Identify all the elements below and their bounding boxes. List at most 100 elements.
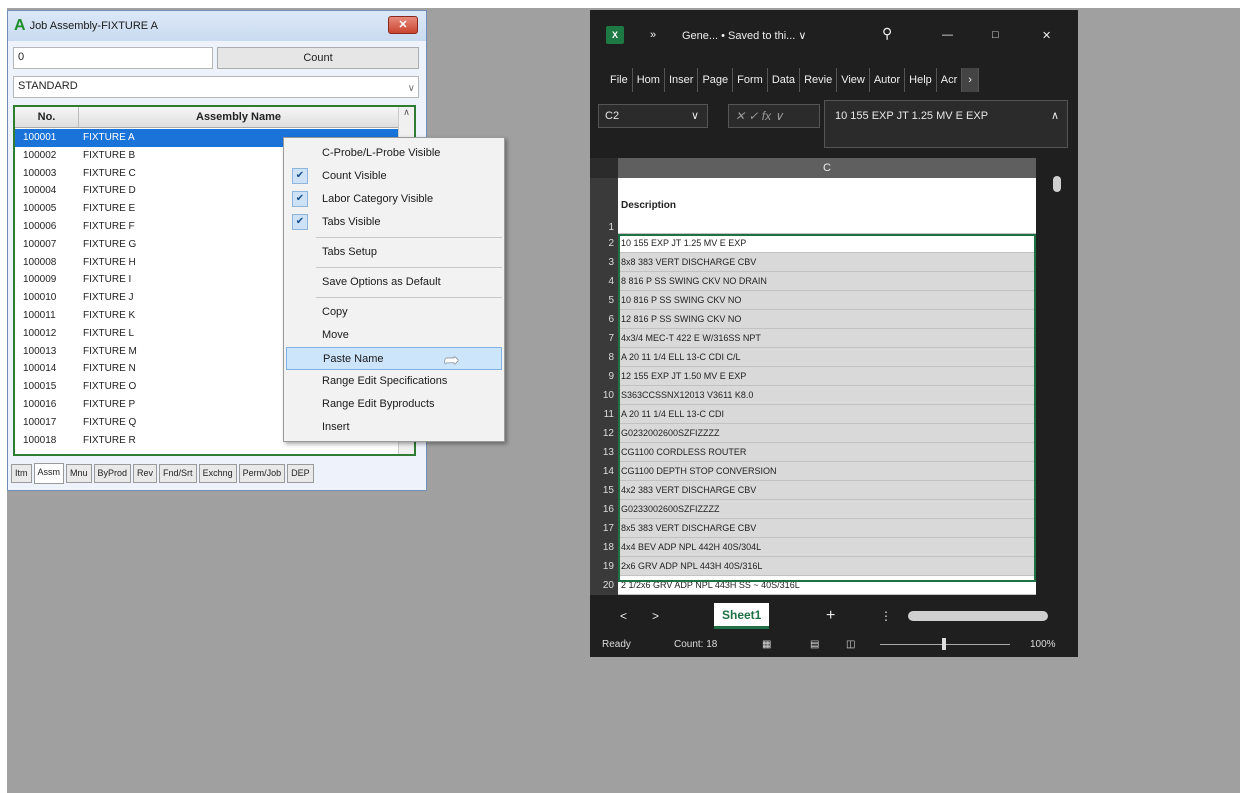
chevron-down-icon[interactable]: ∨ <box>408 79 415 98</box>
page-break-icon[interactable]: ◫ <box>846 632 855 657</box>
select-all-corner[interactable] <box>590 158 618 178</box>
expand-icon[interactable]: » <box>650 29 656 41</box>
menu-item-labor-category-visible[interactable]: ✔ Labor Category Visible <box>286 188 502 211</box>
row-header[interactable]: 17 <box>590 519 618 538</box>
add-sheet-icon[interactable]: + <box>826 607 835 625</box>
row-header[interactable]: 16 <box>590 500 618 519</box>
row-header[interactable]: 4 <box>590 272 618 291</box>
count-button[interactable]: Count <box>217 47 419 69</box>
zoom-slider-thumb[interactable] <box>942 638 946 650</box>
row-header[interactable]: 10 <box>590 386 618 405</box>
row-header[interactable]: 11 <box>590 405 618 424</box>
row-header[interactable]: 14 <box>590 462 618 481</box>
category-select[interactable]: STANDARD ∨ <box>13 76 419 98</box>
sheet-cell[interactable]: 8x5 383 VERT DISCHARGE CBV <box>618 519 1036 538</box>
ribbon-tab-form[interactable]: Form <box>733 68 768 92</box>
ribbon-tab-autor[interactable]: Autor <box>870 68 906 92</box>
title-bar[interactable]: A Job Assembly-FIXTURE A ✕ <box>8 11 426 41</box>
tab-assm[interactable]: Assm <box>33 463 64 484</box>
row-header[interactable]: 7 <box>590 329 618 348</box>
ribbon-tab-file[interactable]: File <box>590 68 633 92</box>
ribbon-tab-acr[interactable]: Acr <box>937 68 963 92</box>
search-icon[interactable]: ⚲ <box>882 25 892 42</box>
sheet-cell[interactable]: G0232002600SZFIZZZZ <box>618 424 1036 443</box>
fx-button[interactable]: fx <box>762 109 771 123</box>
formula-bar[interactable]: 10 155 EXP JT 1.25 MV E EXP ∧ <box>824 100 1068 148</box>
column-header-no[interactable]: No. <box>15 107 79 127</box>
sheet-cell[interactable]: S363CCSSNX12013 V3611 K8.0 <box>618 386 1036 405</box>
tab-rev[interactable]: Rev <box>133 464 158 483</box>
ribbon-tab-view[interactable]: View <box>837 68 870 92</box>
sheet-cell[interactable]: CG1100 DEPTH STOP CONVERSION <box>618 462 1036 481</box>
row-header[interactable]: 13 <box>590 443 618 462</box>
ribbon-more-icon[interactable]: › <box>962 68 979 92</box>
menu-item-paste-name[interactable]: Paste Name <box>286 347 502 370</box>
sheet-cell[interactable]: 4x2 383 VERT DISCHARGE CBV <box>618 481 1036 500</box>
ribbon-tab-hom[interactable]: Hom <box>633 68 665 92</box>
row-header[interactable]: 18 <box>590 538 618 557</box>
menu-item-count-visible[interactable]: ✔ Count Visible <box>286 165 502 188</box>
sheet-cell[interactable]: 12 155 EXP JT 1.50 MV E EXP <box>618 367 1036 386</box>
tab-fnd-srt[interactable]: Fnd/Srt <box>159 464 197 483</box>
menu-item-range-edit-byproducts[interactable]: Range Edit Byproducts <box>286 393 502 416</box>
prev-sheet-icon[interactable]: < <box>620 609 627 623</box>
sheet-cell[interactable]: CG1100 CORDLESS ROUTER <box>618 443 1036 462</box>
horizontal-scrollbar[interactable] <box>908 611 1048 621</box>
menu-item-move[interactable]: Move <box>286 324 502 347</box>
row-header[interactable]: 20 <box>590 576 618 595</box>
close-icon[interactable]: ✕ <box>1042 29 1051 42</box>
ribbon-tab-data[interactable]: Data <box>768 68 801 92</box>
row-header[interactable]: 15 <box>590 481 618 500</box>
sheet-cell[interactable]: 8x8 383 VERT DISCHARGE CBV <box>618 253 1036 272</box>
tab-itm[interactable]: Itm <box>11 464 32 483</box>
normal-view-icon[interactable]: ▦ <box>762 632 771 657</box>
row-header[interactable]: 19 <box>590 557 618 576</box>
name-box[interactable]: C2 ∨ <box>598 104 708 128</box>
row-header[interactable]: 6 <box>590 310 618 329</box>
sheet-cell[interactable]: A 20 11 1/4 ELL 13-C CDI C/L <box>618 348 1036 367</box>
menu-item-insert[interactable]: Insert <box>286 416 502 439</box>
tab-mnu[interactable]: Mnu <box>66 464 92 483</box>
sheet-cell[interactable]: A 20 11 1/4 ELL 13-C CDI <box>618 405 1036 424</box>
menu-item-tabs-visible[interactable]: ✔ Tabs Visible <box>286 211 502 234</box>
row-header[interactable]: 5 <box>590 291 618 310</box>
sheet-tab[interactable]: Sheet1 <box>714 603 770 629</box>
column-header-c[interactable]: C <box>618 158 1036 178</box>
page-layout-icon[interactable]: ▤ <box>810 632 819 657</box>
scroll-thumb[interactable] <box>1053 176 1061 192</box>
sheet-cell[interactable]: 2 1/2x6 GRV ADP NPL 443H SS ~ 40S/316L <box>618 576 1036 595</box>
row-header[interactable]: 8 <box>590 348 618 367</box>
menu-item-save-options-as-default[interactable]: Save Options as Default <box>286 271 502 294</box>
tab-exchng[interactable]: Exchng <box>198 464 237 483</box>
vertical-scrollbar[interactable] <box>1038 158 1078 600</box>
minimize-icon[interactable]: — <box>942 29 953 41</box>
row-header[interactable]: 1 <box>590 178 618 234</box>
row-header[interactable]: 3 <box>590 253 618 272</box>
menu-item-copy[interactable]: Copy <box>286 301 502 324</box>
ribbon-tab-revie[interactable]: Revie <box>800 68 838 92</box>
maximize-icon[interactable]: □ <box>992 29 999 41</box>
sheet-cell[interactable]: Description <box>618 178 1036 234</box>
next-sheet-icon[interactable]: > <box>652 609 659 623</box>
count-field[interactable]: 0 <box>13 47 213 69</box>
tab-perm-job[interactable]: Perm/Job <box>238 464 286 483</box>
sheet-cell[interactable]: 10 155 EXP JT 1.25 MV E EXP <box>618 234 1036 253</box>
menu-item-range-edit-specifications[interactable]: Range Edit Specifications <box>286 370 502 393</box>
sheet-cell[interactable]: G0233002600SZFIZZZZ <box>618 500 1036 519</box>
more-icon[interactable]: ⋮ <box>880 609 892 623</box>
tab-dep[interactable]: DEP <box>287 464 314 483</box>
sheet-cell[interactable]: 8 816 P SS SWING CKV NO DRAIN <box>618 272 1036 291</box>
row-header[interactable]: 9 <box>590 367 618 386</box>
menu-item-tabs-setup[interactable]: Tabs Setup <box>286 241 502 264</box>
sheet-cell[interactable]: 4x4 BEV ADP NPL 442H 40S/304L <box>618 538 1036 557</box>
sheet-cell[interactable]: 2x6 GRV ADP NPL 443H 40S/316L <box>618 557 1036 576</box>
sheet-cell[interactable]: 10 816 P SS SWING CKV NO <box>618 291 1036 310</box>
tab-byprod[interactable]: ByProd <box>93 464 132 483</box>
excel-title-bar[interactable]: X » Gene... • Saved to thi... ∨ ⚲ — □ ✕ <box>590 10 1078 62</box>
row-header[interactable]: 2 <box>590 234 618 253</box>
ribbon-tab-inser[interactable]: Inser <box>665 68 699 92</box>
file-title[interactable]: Gene... • Saved to thi... ∨ <box>682 29 806 42</box>
column-header-assembly-name[interactable]: Assembly Name <box>79 107 399 127</box>
zoom-level[interactable]: 100% <box>1030 632 1056 657</box>
row-header[interactable]: 12 <box>590 424 618 443</box>
